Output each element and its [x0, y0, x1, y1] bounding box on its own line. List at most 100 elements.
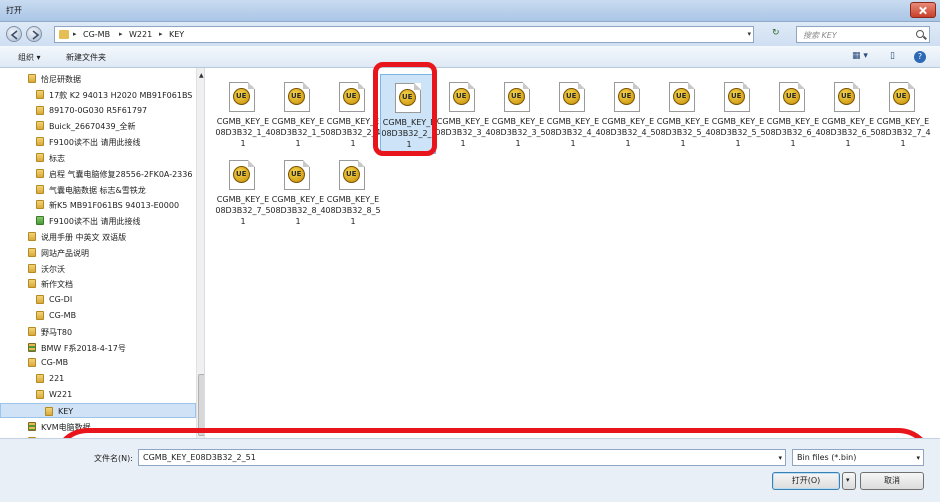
nav-item-label: KVM电脑数据 [41, 422, 91, 432]
nav-item-label: F9100读不出 请用此接线 [49, 138, 141, 148]
nav-item[interactable]: KVM电脑数据 [0, 419, 196, 434]
new-folder-button[interactable]: 新建文件夹 [66, 52, 106, 63]
nav-item[interactable]: W221 [0, 387, 196, 402]
folder-icon [28, 74, 36, 83]
file-type-select[interactable]: Bin files (*.bin) ▾ [792, 449, 924, 466]
file-item[interactable]: CGMB_KEY_E08D3B32_1_41 [215, 74, 271, 154]
nav-item[interactable]: 气囊电脑数据 标志&雪铁龙 [0, 182, 196, 197]
view-options-icon[interactable]: ▦ ▾ [852, 51, 868, 61]
ultraedit-icon [508, 88, 525, 105]
file-name: CGMB_KEY_E08D3B32_2_41 [325, 117, 381, 148]
file-item[interactable]: CGMB_KEY_E08D3B32_2_41 [325, 74, 381, 154]
folder-icon [36, 89, 44, 99]
scroll-thumb[interactable] [198, 374, 204, 436]
nav-item-label: 野马T80 [41, 327, 73, 337]
file-item[interactable]: CGMB_KEY_E08D3B32_6_41 [765, 74, 821, 154]
file-item[interactable]: CGMB_KEY_E08D3B32_6_51 [820, 74, 876, 154]
nav-item[interactable]: 221 [0, 371, 196, 386]
nav-item-label: 标志 [49, 154, 65, 163]
ultraedit-icon [343, 88, 360, 105]
folder-icon [28, 421, 36, 431]
search-input[interactable]: 搜索 KEY [796, 26, 930, 43]
file-item[interactable]: CGMB_KEY_E08D3B32_7_51 [215, 152, 271, 232]
nav-item-label: W221 [49, 390, 73, 399]
breadcrumb-cg-mb[interactable]: CG-MB [83, 30, 110, 39]
open-button[interactable]: 打开(O) [772, 472, 840, 490]
forward-button[interactable] [26, 26, 42, 42]
nav-item[interactable]: F9100读不出 请用此接线 [0, 213, 196, 228]
file-type-value: Bin files (*.bin) [797, 453, 857, 462]
close-button[interactable] [910, 2, 936, 18]
chevron-down-icon[interactable]: ▾ [778, 454, 782, 462]
ultraedit-icon [618, 88, 635, 105]
chevron-down-icon: ▾ [846, 476, 850, 484]
file-item[interactable]: CGMB_KEY_E08D3B32_1_51 [270, 74, 326, 154]
arrow-right-icon [32, 30, 40, 40]
folder-icon [36, 374, 44, 384]
file-item[interactable]: CGMB_KEY_E08D3B32_3_41 [435, 74, 491, 154]
ultraedit-icon [288, 166, 305, 183]
nav-item[interactable]: 野马T80 [0, 324, 196, 339]
ultraedit-icon [673, 88, 690, 105]
file-name: CGMB_KEY_E08D3B32_3_41 [435, 117, 491, 148]
nav-item[interactable]: 17款 K2 94013 H2020 MB91F061BS [0, 87, 196, 102]
nav-item[interactable]: 新作文档 [0, 276, 196, 291]
ultraedit-icon [233, 88, 250, 105]
nav-item[interactable]: CG-MB [0, 308, 196, 323]
nav-item[interactable]: 启程 气囊电脑修复28556-2FK0A-2336 [0, 166, 196, 181]
file-name: CGMB_KEY_E08D3B32_2_51 [381, 118, 437, 149]
nav-item[interactable]: KEY [0, 402, 196, 418]
nav-item-label: 气囊电脑数据 标志&雪铁龙 [49, 185, 146, 195]
chevron-down-icon[interactable]: ▾ [916, 454, 920, 462]
folder-icon [36, 168, 44, 178]
nav-scrollbar[interactable]: ▲ [196, 68, 204, 438]
nav-item[interactable]: F9100读不出 请用此接线 [0, 134, 196, 149]
ultraedit-icon [783, 88, 800, 105]
preview-pane-icon[interactable]: ▯ [890, 51, 895, 61]
refresh-icon[interactable]: ↻ [772, 28, 780, 38]
nav-item[interactable]: 说用手册 中英文 双语版 [0, 229, 196, 244]
folder-icon [36, 137, 44, 147]
search-icon[interactable] [916, 30, 924, 38]
file-item[interactable]: CGMB_KEY_E08D3B32_8_51 [325, 152, 381, 232]
folder-icon [45, 406, 53, 416]
file-name: CGMB_KEY_E08D3B32_4_41 [545, 117, 601, 148]
help-icon[interactable]: ? [914, 51, 926, 63]
nav-item[interactable]: BMW F系2018-4-17号 [0, 340, 196, 355]
nav-item[interactable]: 标志 [0, 150, 196, 165]
nav-item[interactable]: 沃尔沃 [0, 261, 196, 276]
file-item[interactable]: CGMB_KEY_E08D3B32_3_51 [490, 74, 546, 154]
file-item[interactable]: CGMB_KEY_E08D3B32_4_51 [600, 74, 656, 154]
arrow-left-icon [10, 30, 18, 40]
nav-item-label: 新作文档 [41, 280, 73, 290]
folder-icon [36, 153, 44, 162]
scroll-up-icon[interactable]: ▲ [199, 72, 204, 79]
organize-button[interactable]: 组织 ▾ [18, 52, 41, 63]
ultraedit-icon [288, 88, 305, 105]
file-item[interactable]: CGMB_KEY_E08D3B32_7_41 [875, 74, 931, 154]
back-button[interactable] [6, 26, 22, 42]
file-item[interactable]: CGMB_KEY_E08D3B32_5_51 [710, 74, 766, 154]
file-item[interactable]: CGMB_KEY_E08D3B32_4_41 [545, 74, 601, 154]
cancel-button[interactable]: 取消 [860, 472, 924, 490]
file-item[interactable]: CGMB_KEY_E08D3B32_5_41 [655, 74, 711, 154]
ultraedit-icon [343, 166, 360, 183]
chevron-down-icon[interactable]: ▾ [747, 30, 751, 38]
nav-item[interactable]: Buick_26670439_全新 [0, 118, 196, 133]
nav-item[interactable]: 新K5 MB91F061BS 94013-E0000 [0, 197, 196, 212]
nav-item[interactable]: 89170-0G030 R5F61797 [0, 103, 196, 118]
filename-input[interactable]: CGMB_KEY_E08D3B32_2_51 ▾ [138, 449, 786, 466]
file-name: CGMB_KEY_E08D3B32_6_51 [820, 117, 876, 148]
nav-item[interactable]: CG-DI [0, 292, 196, 307]
file-item[interactable]: CGMB_KEY_E08D3B32_8_41 [270, 152, 326, 232]
open-options-button[interactable]: ▾ [842, 472, 856, 490]
breadcrumb-key[interactable]: KEY [169, 30, 184, 39]
address-bar[interactable]: ▸ CG-MB ▸ W221 ▸ KEY ▾ [54, 26, 754, 43]
nav-item[interactable]: 网站产品说明 [0, 245, 196, 260]
file-item[interactable]: CGMB_KEY_E08D3B32_2_51 [380, 74, 437, 154]
nav-item[interactable]: 恰尼研数据 [0, 71, 196, 86]
breadcrumb-w221[interactable]: W221 [129, 30, 152, 39]
nav-item[interactable]: CG-MB [0, 355, 196, 370]
chevron-right-icon: ▸ [119, 30, 123, 38]
folder-icon [36, 200, 44, 210]
